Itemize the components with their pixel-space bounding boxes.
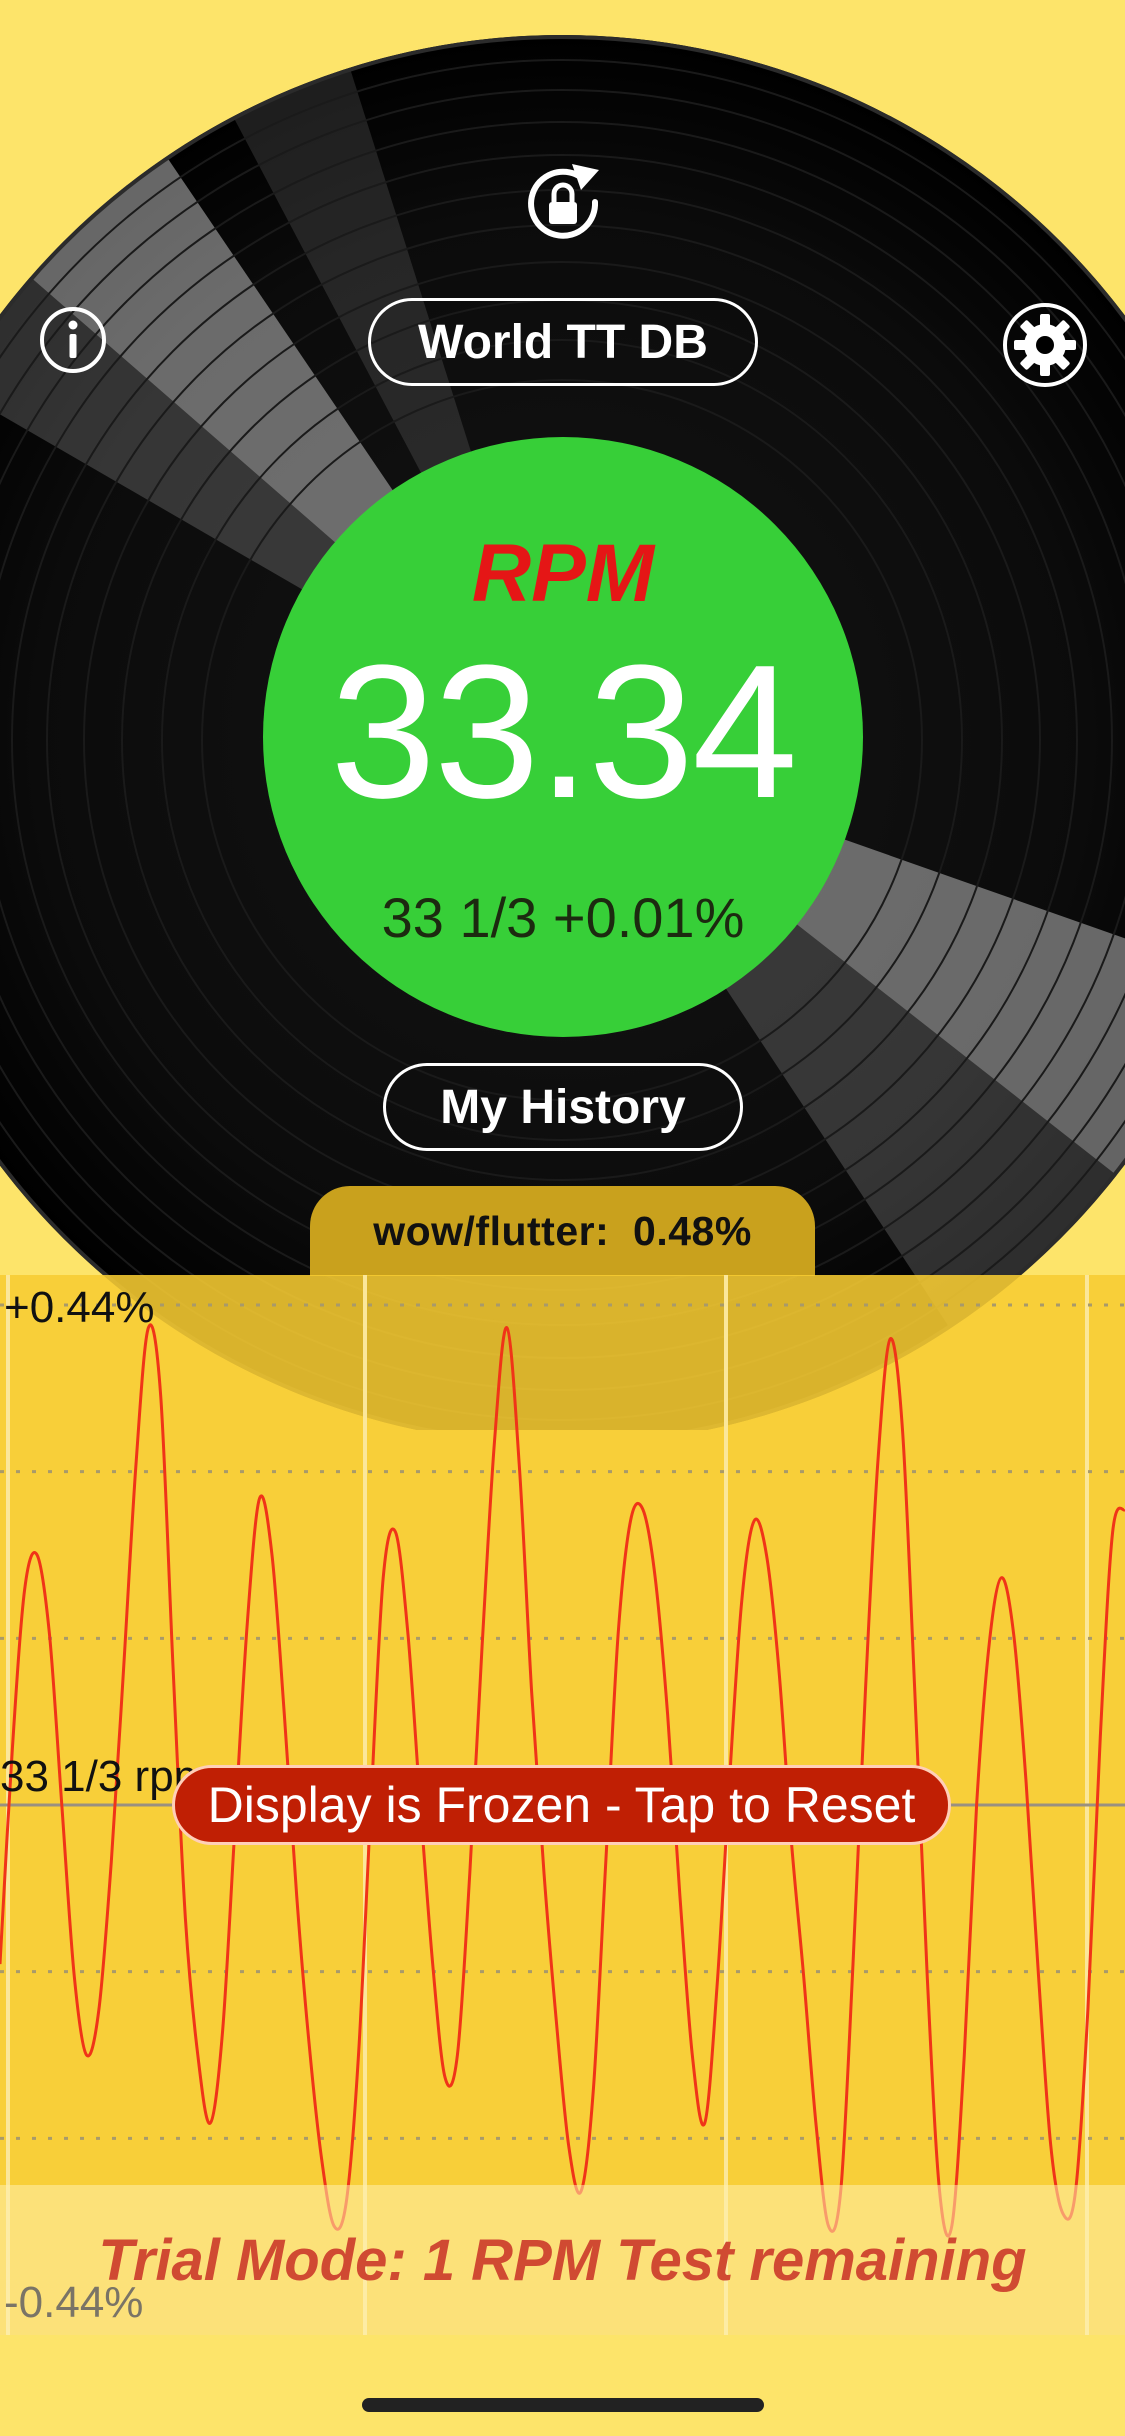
world-tt-db-button[interactable]: World TT DB bbox=[368, 298, 758, 386]
rotation-lock-icon bbox=[528, 164, 599, 239]
wow-flutter-label: wow/flutter: 0.48% bbox=[373, 1207, 752, 1254]
y-axis-max-label: +0.44% bbox=[4, 1283, 155, 1332]
y-axis-min-label: -0.44% bbox=[4, 2278, 144, 2327]
rpm-label: RPM bbox=[471, 528, 655, 619]
my-history-button[interactable]: My History bbox=[383, 1063, 743, 1151]
info-button[interactable] bbox=[38, 305, 108, 375]
gear-icon bbox=[1003, 303, 1087, 387]
rotation-lock-button[interactable] bbox=[517, 158, 609, 250]
info-icon bbox=[40, 307, 106, 373]
rpm-value: 33.34 bbox=[330, 626, 797, 838]
frozen-reset-label: Display is Frozen - Tap to Reset bbox=[207, 1777, 916, 1833]
frozen-reset-button[interactable]: Display is Frozen - Tap to Reset bbox=[172, 1765, 951, 1845]
rpm-deviation: 33 1/3 +0.01% bbox=[381, 886, 745, 949]
wow-flutter-readout: wow/flutter: 0.48% bbox=[310, 1186, 815, 1276]
settings-button[interactable] bbox=[1002, 302, 1088, 388]
home-indicator bbox=[362, 2398, 764, 2412]
rpm-reading-circle: RPM 33.34 33 1/3 +0.01% bbox=[263, 437, 863, 1037]
trial-mode-banner: Trial Mode: 1 RPM Test remaining bbox=[0, 2185, 1125, 2335]
trial-mode-text: Trial Mode: 1 RPM Test remaining bbox=[98, 2228, 1027, 2293]
